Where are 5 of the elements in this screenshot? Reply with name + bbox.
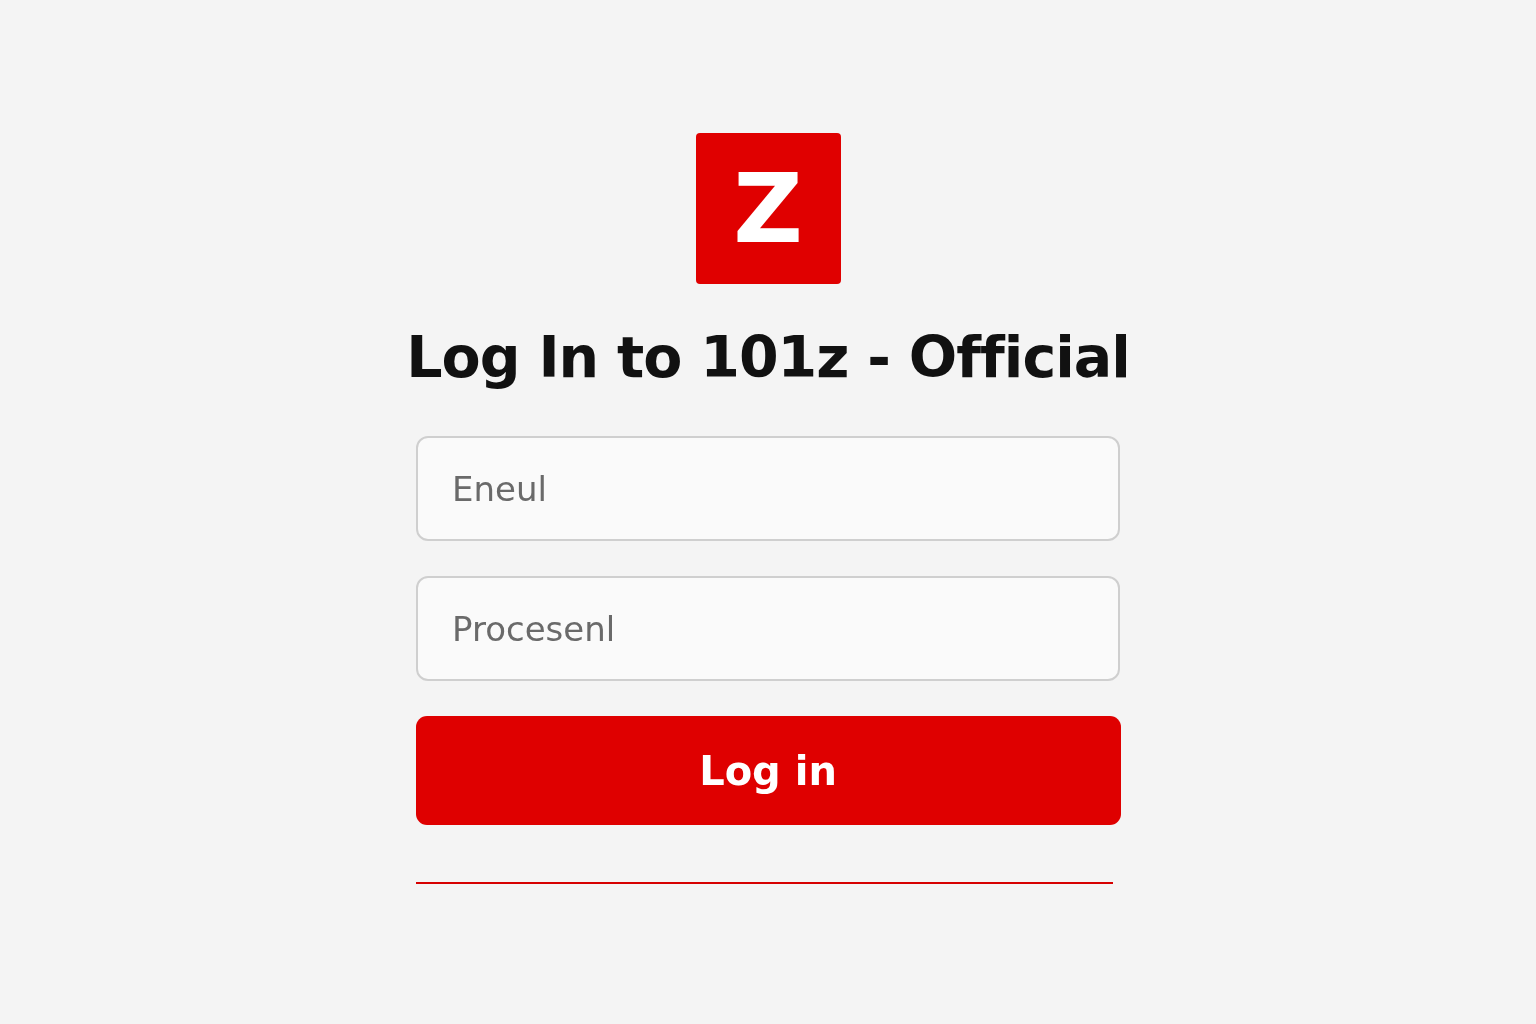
logo: Z	[695, 133, 841, 284]
page-title: Log In to 101z - Official	[406, 323, 1130, 392]
email-field[interactable]: Eneul	[416, 436, 1120, 541]
password-field[interactable]: Procesenl	[416, 576, 1120, 681]
login-button[interactable]: Log in	[415, 716, 1121, 825]
